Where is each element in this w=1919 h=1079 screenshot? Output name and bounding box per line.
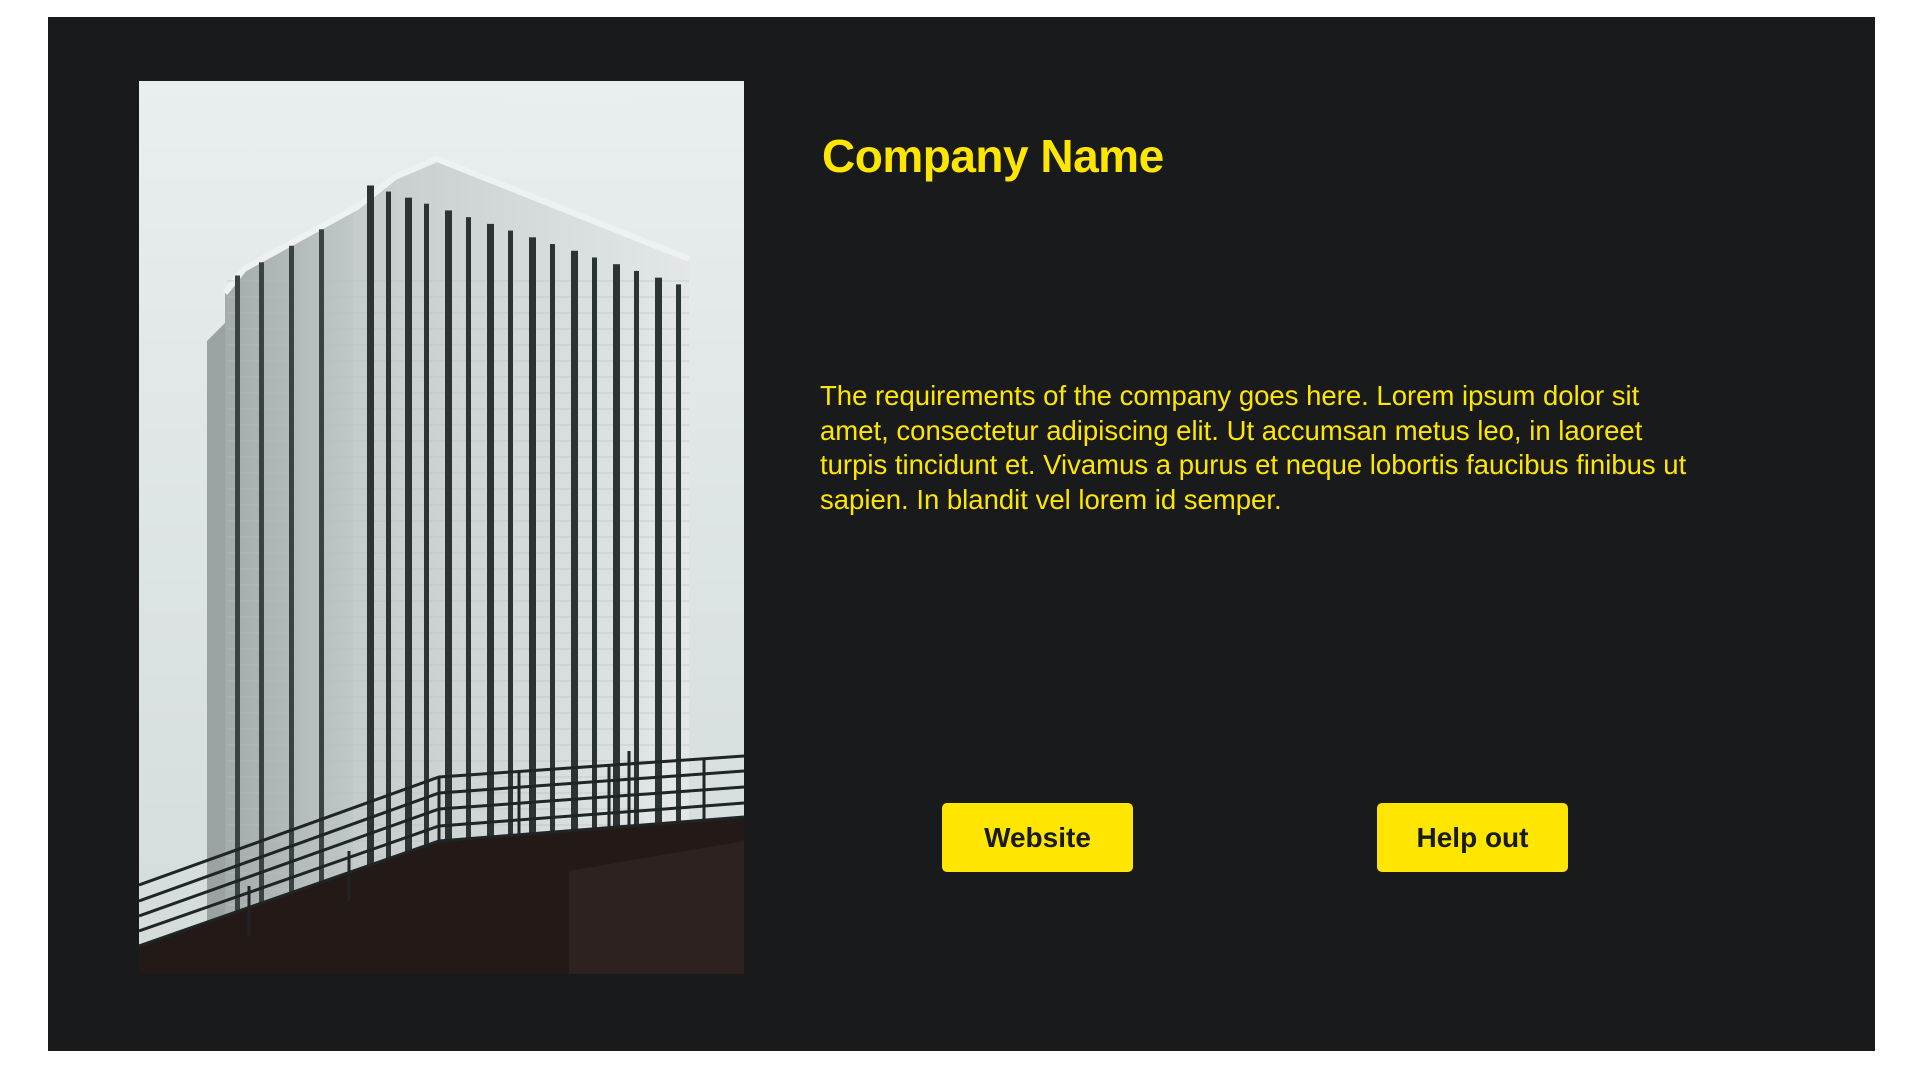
- window-strip: [367, 185, 374, 974]
- window-strip: [319, 229, 324, 974]
- window-strip: [289, 245, 294, 974]
- skyscraper-illustration: [139, 81, 744, 974]
- window-strip: [235, 275, 240, 974]
- help-out-button[interactable]: Help out: [1377, 803, 1568, 872]
- company-requirements-text: The requirements of the company goes her…: [820, 380, 1687, 515]
- company-name-heading: Company Name: [822, 130, 1164, 182]
- website-button[interactable]: Website: [942, 803, 1133, 872]
- company-card: Company Name The requirements of the com…: [48, 17, 1875, 1051]
- building-image: [139, 81, 744, 974]
- window-strip: [259, 262, 264, 974]
